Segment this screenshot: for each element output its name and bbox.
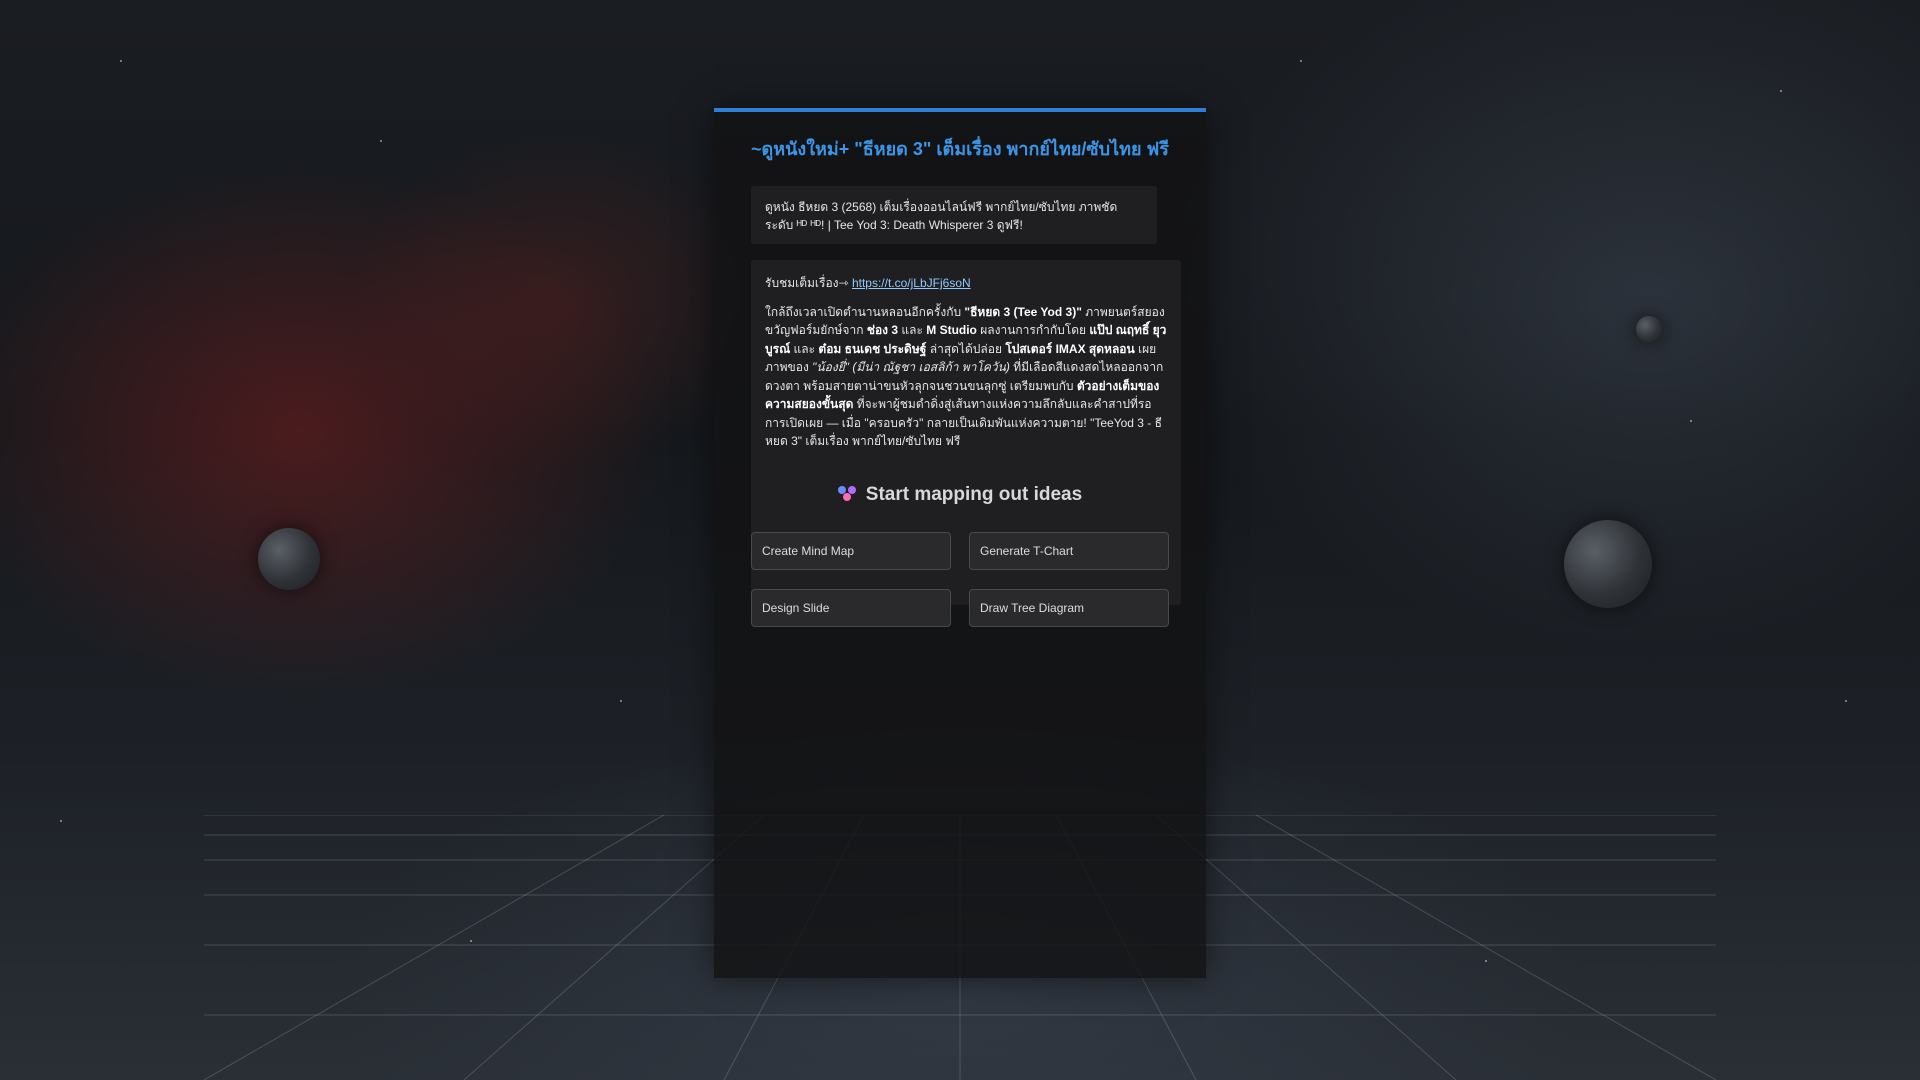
desc-bold: M Studio	[926, 323, 977, 337]
desc-italic: "น้องยี่" (มีน่า ณัฐชา เอสลิก้า พาโควัน)	[812, 360, 1010, 374]
design-slide-button[interactable]: Design Slide	[751, 589, 951, 627]
ideas-heading-text: Start mapping out ideas	[865, 484, 1083, 505]
description: ใกล้ถึงเวลาเปิดตำนานหลอนอีกครั้งกับ "ธีห…	[765, 303, 1167, 451]
generate-t-chart-button[interactable]: Generate T-Chart	[969, 532, 1169, 570]
desc-text: ล่าสุดได้ปล่อย	[926, 341, 1006, 356]
summary-box: ดูหนัง ธีหยด 3 (2568) เต็มเรื่องออนไลน์ฟ…	[751, 186, 1157, 244]
desc-bold: ช่อง 3	[866, 323, 899, 337]
desc-text: ใกล้ถึงเวลาเปิดตำนานหลอนอีกครั้งกับ	[765, 304, 965, 319]
planet-right	[1564, 520, 1652, 608]
desc-text: และ	[790, 341, 819, 356]
summary-text: ดูหนัง ธีหยด 3 (2568) เต็มเรื่องออนไลน์ฟ…	[765, 200, 1118, 232]
desc-text: ผลงานการกำกับโดย	[976, 323, 1090, 337]
planet-left	[258, 528, 320, 590]
watch-line: รับชมเต็มเรื่อง⇾ https://t.co/jLbJFj6soN	[765, 274, 1167, 293]
ideas-heading: Start mapping out ideas	[714, 484, 1206, 506]
planet-small	[1636, 316, 1662, 342]
mind-map-icon	[837, 486, 858, 502]
draw-tree-diagram-button[interactable]: Draw Tree Diagram	[969, 589, 1169, 627]
watch-link[interactable]: https://t.co/jLbJFj6soN	[852, 276, 971, 290]
page-title: ~ดูหนังใหม่+ "ธีหยด 3" เต็มเรื่อง พากย์ไ…	[751, 139, 1169, 159]
desc-bold: "ธีหยด 3 (Tee Yod 3)"	[964, 304, 1082, 319]
main-panel: ~ดูหนังใหม่+ "ธีหยด 3" เต็มเรื่อง พากย์ไ…	[714, 108, 1206, 978]
desc-text: และ	[898, 323, 927, 337]
desc-bold: โปสเตอร์ IMAX สุดหลอน	[1005, 341, 1135, 356]
create-mind-map-button[interactable]: Create Mind Map	[751, 532, 951, 570]
desc-bold: ต๋อม ธนเดช ประดิษฐ์	[818, 341, 927, 356]
watch-prefix: รับชมเต็มเรื่อง⇾	[765, 276, 852, 290]
